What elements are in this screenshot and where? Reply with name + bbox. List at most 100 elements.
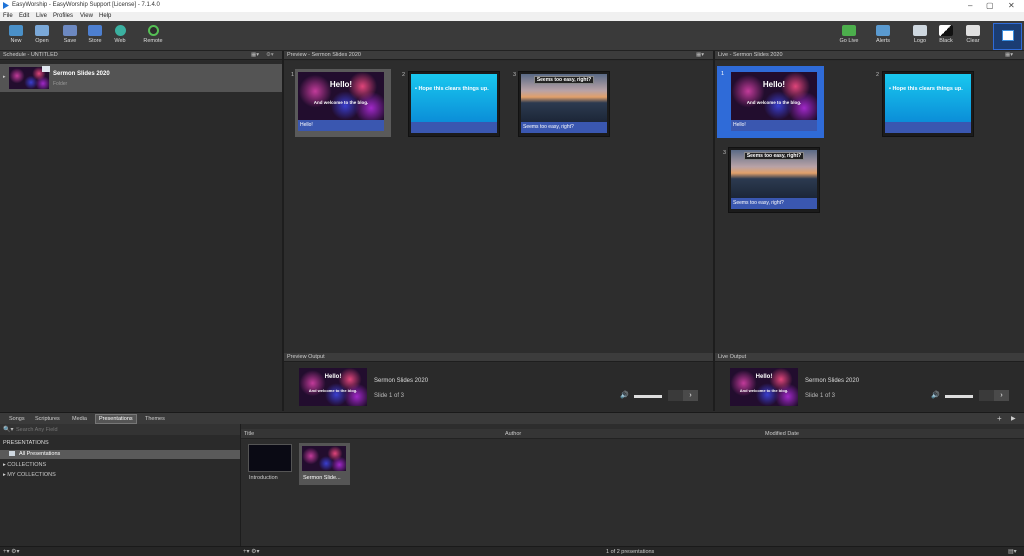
save-button[interactable]: Save: [56, 24, 84, 50]
slide-textbox: Seems too easy, right?: [744, 152, 804, 160]
library-item[interactable]: Introduction: [247, 444, 295, 486]
preview-output-title: Preview Output: [287, 354, 325, 360]
presentation-badge-icon: [42, 66, 50, 72]
live-slide-3[interactable]: Seems too easy, right? Seems too easy, r…: [728, 147, 820, 213]
live-slide-2[interactable]: • Hope this clears things up.: [882, 71, 974, 137]
maximize-button[interactable]: ▢: [986, 1, 994, 10]
tree-item-all-presentations[interactable]: All Presentations: [0, 450, 240, 459]
library-item-thumbnail: [302, 446, 346, 471]
tab-songs[interactable]: Songs: [9, 416, 25, 422]
output-thumb-title: Hello!: [755, 374, 773, 380]
open-button[interactable]: Open: [28, 24, 56, 50]
preview-output-slide: Slide 1 of 3: [374, 393, 405, 399]
new-icon: [9, 25, 23, 36]
preview-view-grid-icon[interactable]: ▦▾: [696, 51, 704, 60]
layout-toggle-button[interactable]: [993, 23, 1022, 50]
live-slide-1[interactable]: 1 Hello! And welcome to the blog. Hello!: [717, 66, 824, 138]
minimize-button[interactable]: –: [968, 1, 972, 10]
go-live-icon: [842, 25, 856, 36]
volume-slider[interactable]: [634, 395, 662, 398]
preview-slide-1[interactable]: Hello! And welcome to the blog. Hello!: [295, 69, 391, 137]
live-output-slide: Slide 1 of 3: [805, 393, 836, 399]
search-bar[interactable]: 🔍▾: [0, 424, 240, 435]
menu-view[interactable]: View: [80, 13, 93, 19]
schedule-header: Schedule - UNTITLED ▦▾ ⚙▾: [0, 51, 282, 60]
menu-live[interactable]: Live: [36, 13, 47, 19]
tree-item-collections[interactable]: ▸ COLLECTIONS: [3, 462, 46, 468]
live-pane: 1 Hello! And welcome to the blog. Hello! …: [715, 61, 1024, 353]
slide-bullet: • Hope this clears things up.: [889, 86, 963, 92]
live-next-arrow-icon[interactable]: ›: [994, 390, 1009, 401]
tab-media[interactable]: Media: [72, 416, 87, 422]
presentations-section-label: PRESENTATIONS: [3, 440, 49, 446]
display-icon: [1002, 30, 1014, 41]
schedule-pane: ▸ Sermon Slides 2020 Folder: [0, 61, 282, 411]
slide-textbox: Seems too easy, right?: [534, 76, 594, 84]
view-grid-icon[interactable]: ▦▾: [251, 51, 259, 60]
easyworship-logo-icon: [3, 2, 9, 9]
library-tree-pane: 🔍▾ PRESENTATIONS All Presentations ▸ COL…: [0, 424, 240, 546]
column-modified-date[interactable]: Modified Date: [765, 431, 799, 437]
menu-profiles[interactable]: Profiles: [53, 13, 73, 19]
library-status: 1 of 2 presentations: [606, 549, 655, 555]
close-button[interactable]: ✕: [1008, 1, 1015, 10]
settings-icon[interactable]: ⚙▾: [266, 51, 274, 60]
menu-help[interactable]: Help: [99, 13, 111, 19]
menu-bar: File Edit Live Profiles View Help: [0, 12, 1024, 21]
clear-icon: [966, 25, 980, 36]
tree-add-icon[interactable]: +▾ ⚙▾: [3, 548, 20, 555]
preview-header: Preview - Sermon Slides 2020 ▦▾: [284, 51, 713, 60]
tab-themes[interactable]: Themes: [145, 416, 165, 422]
preview-slide-3[interactable]: Seems too easy, right? Seems too easy, r…: [518, 71, 610, 137]
library-add-icon[interactable]: +▾ ⚙▾: [243, 548, 260, 555]
remote-button[interactable]: Remote: [139, 24, 167, 50]
logo-button[interactable]: Logo: [906, 24, 934, 50]
store-icon: [88, 25, 102, 36]
tab-presentations[interactable]: Presentations: [95, 414, 137, 424]
column-title[interactable]: Title: [244, 431, 254, 437]
volume-icon[interactable]: 🔊: [620, 391, 629, 399]
alerts-button[interactable]: Alerts: [869, 24, 897, 50]
preview-pane: 1 Hello! And welcome to the blog. Hello! …: [284, 61, 713, 353]
schedule-item-title: Sermon Slides 2020: [53, 71, 110, 77]
black-icon: [939, 25, 953, 36]
slide-bullet: • Hope this clears things up.: [415, 86, 489, 92]
search-input[interactable]: [16, 425, 216, 434]
slide-caption: [411, 122, 497, 133]
logo-icon: [913, 25, 927, 36]
clear-button[interactable]: Clear: [959, 24, 987, 50]
play-icon[interactable]: ▶: [1011, 415, 1016, 422]
tree-item-my-collections[interactable]: ▸ MY COLLECTIONS: [3, 472, 56, 478]
next-arrow-icon[interactable]: ›: [683, 390, 698, 401]
menu-file[interactable]: File: [3, 13, 13, 19]
web-button[interactable]: Web: [106, 24, 134, 50]
new-button[interactable]: New: [2, 24, 30, 50]
library-item-label: Introduction: [249, 475, 278, 481]
slide-title: Hello!: [329, 80, 353, 89]
go-live-button[interactable]: Go Live: [835, 24, 863, 50]
black-button[interactable]: Black: [932, 24, 960, 50]
add-icon[interactable]: +: [997, 414, 1002, 423]
output-thumb-subtitle: And welcome to the blog.: [308, 388, 358, 393]
expand-arrow-icon[interactable]: ▸: [3, 74, 6, 80]
slide-number: 3: [513, 72, 517, 78]
live-output-pane: Hello! And welcome to the blog. Sermon Sl…: [715, 363, 1024, 411]
view-options-icon[interactable]: ▤▾: [1008, 548, 1017, 555]
store-button[interactable]: Store: [81, 24, 109, 50]
live-prev-button[interactable]: [979, 390, 994, 401]
slide-caption: Seems too easy, right?: [521, 122, 607, 133]
title-bar: EasyWorship - EasyWorship Support [Licen…: [0, 0, 1024, 12]
live-volume-icon[interactable]: 🔊: [931, 391, 940, 399]
live-view-grid-icon[interactable]: ▦▾: [1005, 51, 1013, 60]
preview-slide-2[interactable]: • Hope this clears things up.: [408, 71, 500, 137]
tab-scriptures[interactable]: Scriptures: [35, 416, 60, 422]
slide-subtitle: And welcome to the blog.: [746, 100, 802, 105]
live-volume-slider[interactable]: [945, 395, 973, 398]
menu-edit[interactable]: Edit: [19, 13, 29, 19]
search-icon: 🔍▾: [3, 427, 14, 433]
column-author[interactable]: Author: [505, 431, 521, 437]
schedule-item[interactable]: ▸ Sermon Slides 2020 Folder: [0, 64, 282, 92]
prev-button[interactable]: [668, 390, 683, 401]
slide-caption: Hello!: [298, 120, 384, 131]
library-item-selected[interactable]: Sermon Slide...: [299, 443, 350, 485]
